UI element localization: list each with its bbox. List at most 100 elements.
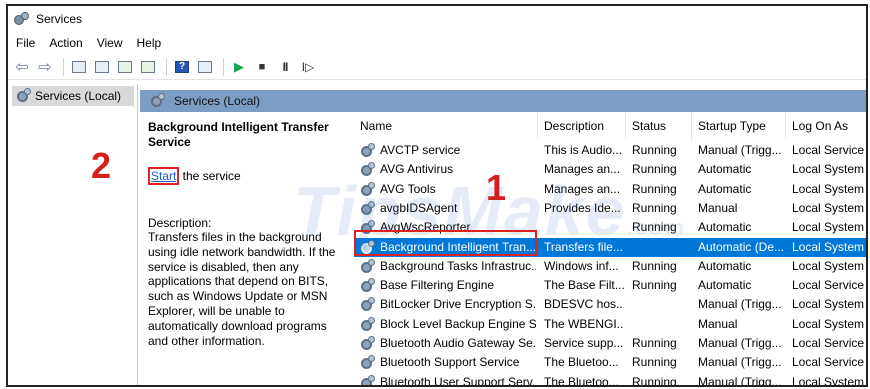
service-description: Manages an... <box>544 181 621 196</box>
service-log-on-as: Local System <box>792 258 865 273</box>
services-window: Services File Action View Help ⇦ ⇨ ? ▶ ■… <box>6 4 868 387</box>
extended-view-panel: Background Intelligent Transfer Service … <box>140 112 346 385</box>
export-list-icon[interactable] <box>138 57 158 77</box>
description-line: automatically download programs <box>148 318 327 333</box>
properties-icon[interactable] <box>92 57 112 77</box>
service-status <box>632 238 690 257</box>
service-row[interactable]: Block Level Backup Engine S... The WBENGI… <box>354 315 866 334</box>
column-header-startup-type[interactable]: Startup Type <box>692 112 786 140</box>
service-status <box>632 295 690 314</box>
show-hide-pane-icon[interactable] <box>195 57 215 77</box>
service-name: avgbIDSAgent <box>380 200 458 215</box>
service-gear-icon <box>360 374 375 385</box>
service-gear-icon <box>360 355 375 370</box>
help-icon[interactable]: ? <box>172 57 192 77</box>
column-header-status[interactable]: Status <box>626 112 692 140</box>
restart-service-icon[interactable]: I▷ <box>298 57 318 77</box>
services-app-icon <box>14 12 30 26</box>
service-name: AVCTP service <box>380 143 461 157</box>
service-description <box>544 218 624 237</box>
menu-view[interactable]: View <box>97 36 123 50</box>
description-line: Explorer, will be unable to <box>148 303 285 318</box>
service-name: AVG Antivirus <box>380 162 454 177</box>
service-description: The Base Filt... <box>544 278 624 293</box>
details-header: Services (Local) <box>140 90 866 112</box>
service-startup-type: Manual (Trigg... <box>698 374 782 387</box>
column-header-name[interactable]: Name <box>354 112 538 140</box>
service-row[interactable]: BitLocker Drive Encryption S... BDESVC ho… <box>354 295 866 314</box>
highlight-box-selected-service <box>354 230 537 256</box>
description-line: service is disabled, then any <box>148 259 299 274</box>
service-name: Bluetooth Audio Gateway Se... <box>380 336 536 350</box>
stop-service-icon[interactable]: ■ <box>252 57 272 77</box>
service-row[interactable]: AVCTP service This is Audio... Running Manu… <box>354 141 866 160</box>
service-gear-icon <box>360 143 375 158</box>
pause-service-icon[interactable]: II <box>275 57 295 77</box>
start-service-link[interactable]: Start <box>148 167 180 185</box>
service-description: Manages an... <box>544 162 621 177</box>
service-name: Bluetooth Support Service <box>380 355 520 370</box>
service-gear-icon <box>360 316 375 332</box>
service-description: Windows inf... <box>544 258 619 273</box>
service-row[interactable]: Base Filtering Engine The Base Filt... Run… <box>354 276 866 295</box>
details-header-title: Services (Local) <box>174 94 261 108</box>
toolbar-separator <box>63 57 64 76</box>
refresh-icon[interactable] <box>115 57 135 77</box>
service-status: Running <box>632 336 677 350</box>
service-log-on-as: Local System <box>792 297 865 312</box>
service-name: BitLocker Drive Encryption S... <box>380 297 536 312</box>
service-startup-type: Automatic <box>698 162 752 177</box>
column-header-log-on-as[interactable]: Log On As <box>786 112 866 140</box>
console-tree-icon[interactable] <box>69 57 89 77</box>
service-row[interactable]: Bluetooth User Support Serv... The Blueto… <box>354 373 866 387</box>
tree-item-services-local[interactable]: Services (Local) <box>12 86 134 106</box>
annotation-step-2: 2 <box>91 145 112 186</box>
selected-service-name: Background Intelligent Transfer Service <box>148 120 329 149</box>
service-row[interactable]: AVG Antivirus Manages an... Running Automat… <box>354 160 866 179</box>
description-line: such as Windows Update or MSN <box>148 289 328 304</box>
description-line: using idle network bandwidth. If the <box>148 244 336 259</box>
back-arrow-icon[interactable]: ⇦ <box>12 57 32 77</box>
service-description: BDESVC hos... <box>544 297 624 312</box>
title-bar: Services <box>8 6 866 32</box>
column-header-description[interactable]: Description <box>538 112 626 140</box>
description-line: and other information. <box>148 333 265 348</box>
menu-file[interactable]: File <box>16 36 35 50</box>
service-gear-icon <box>360 162 375 177</box>
service-status: Running <box>632 278 677 293</box>
service-description: The Bluetoo... <box>544 355 619 370</box>
service-name: AVG Tools <box>380 181 436 196</box>
toolbar-separator <box>166 57 167 76</box>
menu-bar: File Action View Help <box>8 32 866 54</box>
service-row[interactable]: Background Tasks Infrastruc... Windows in… <box>354 257 866 276</box>
start-service-icon[interactable]: ▶ <box>229 57 249 77</box>
service-status: Running <box>632 200 677 215</box>
service-row[interactable]: avgbIDSAgent Provides Ide... Running Manual… <box>354 199 866 218</box>
service-startup-type: Manual (Trigg... <box>698 297 782 312</box>
start-service-line: Start the service <box>148 167 338 185</box>
service-gear-icon <box>360 258 375 274</box>
service-status: Running <box>632 220 677 235</box>
service-log-on-as: Local Service <box>792 355 865 370</box>
start-service-suffix: the service <box>179 169 241 183</box>
service-startup-type: Manual <box>698 200 738 215</box>
service-description: The Bluetoo... <box>544 374 619 387</box>
service-gear-icon <box>360 297 375 312</box>
menu-action[interactable]: Action <box>49 36 82 50</box>
service-log-on-as: Local System <box>792 200 865 215</box>
service-row[interactable]: Bluetooth Support Service The Bluetoo... R… <box>354 353 866 372</box>
service-startup-type: Manual (Trigg... <box>698 355 782 370</box>
service-description: Transfers file... <box>544 239 623 254</box>
service-log-on-as: Local System <box>792 181 865 196</box>
service-name: Block Level Backup Engine S... <box>380 316 536 331</box>
service-name: Background Tasks Infrastruc... <box>380 258 536 273</box>
window-title: Services <box>36 12 83 26</box>
service-description: This is Audio... <box>544 143 623 157</box>
service-log-on-as: Local System <box>792 220 865 235</box>
forward-arrow-icon[interactable]: ⇨ <box>35 57 55 77</box>
menu-help[interactable]: Help <box>137 36 162 50</box>
service-row[interactable]: Bluetooth Audio Gateway Se... Service sup… <box>354 334 866 353</box>
service-status: Running <box>632 355 677 370</box>
service-row[interactable]: AVG Tools Manages an... Running Automatic Lo… <box>354 180 866 199</box>
service-status: Running <box>632 374 677 387</box>
